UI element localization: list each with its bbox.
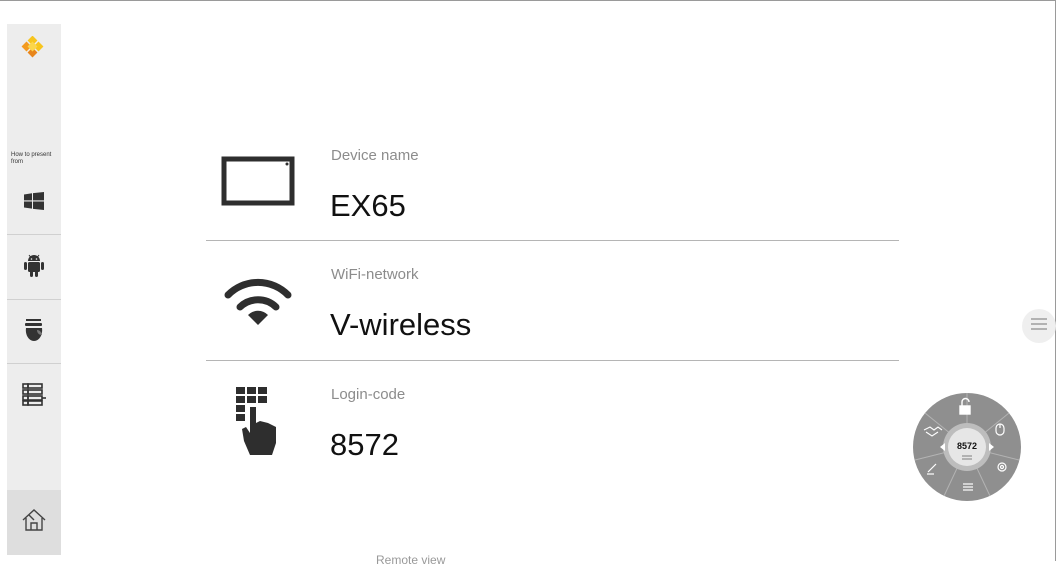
wifi-network-row: WiFi-network V-wireless <box>206 241 899 361</box>
list-settings-button[interactable] <box>7 365 61 427</box>
android-button[interactable] <box>7 236 61 298</box>
windows-button[interactable] <box>7 172 61 234</box>
windows-icon <box>24 191 44 215</box>
wifi-network-value: V-wireless <box>330 307 472 342</box>
login-code-label: Login-code <box>331 386 406 403</box>
list-settings-icon <box>22 382 46 411</box>
wifi-network-label: WiFi-network <box>331 266 419 283</box>
home-icon <box>22 509 46 536</box>
apple-button[interactable] <box>7 301 61 363</box>
device-name-value: EX65 <box>330 188 406 223</box>
diamond-logo-icon <box>20 35 48 64</box>
android-icon <box>23 253 45 282</box>
present-from-label: How to present from <box>11 152 52 165</box>
device-name-row: Device name EX65 <box>206 121 899 241</box>
radial-code: 8572 <box>957 441 977 451</box>
login-code-value: 8572 <box>330 427 399 462</box>
home-button[interactable] <box>7 490 61 555</box>
window-frame-top <box>0 0 1056 1</box>
wifi-icon <box>206 241 310 361</box>
login-code-row: Login-code 8572 <box>206 361 899 471</box>
keypad-hand-icon <box>206 361 310 481</box>
radial-quick-menu[interactable]: 8572 <box>912 392 1022 502</box>
apple-icon <box>23 317 45 348</box>
menu-button[interactable] <box>1022 309 1056 343</box>
sidebar: How to present from <box>7 24 61 555</box>
sidebar-divider <box>7 234 61 235</box>
hamburger-icon <box>1031 317 1047 335</box>
sidebar-divider <box>7 299 61 300</box>
device-name-label: Device name <box>331 147 419 164</box>
display-icon <box>206 121 310 241</box>
sidebar-divider <box>7 363 61 364</box>
remote-view-label[interactable]: Remote view <box>376 553 445 567</box>
